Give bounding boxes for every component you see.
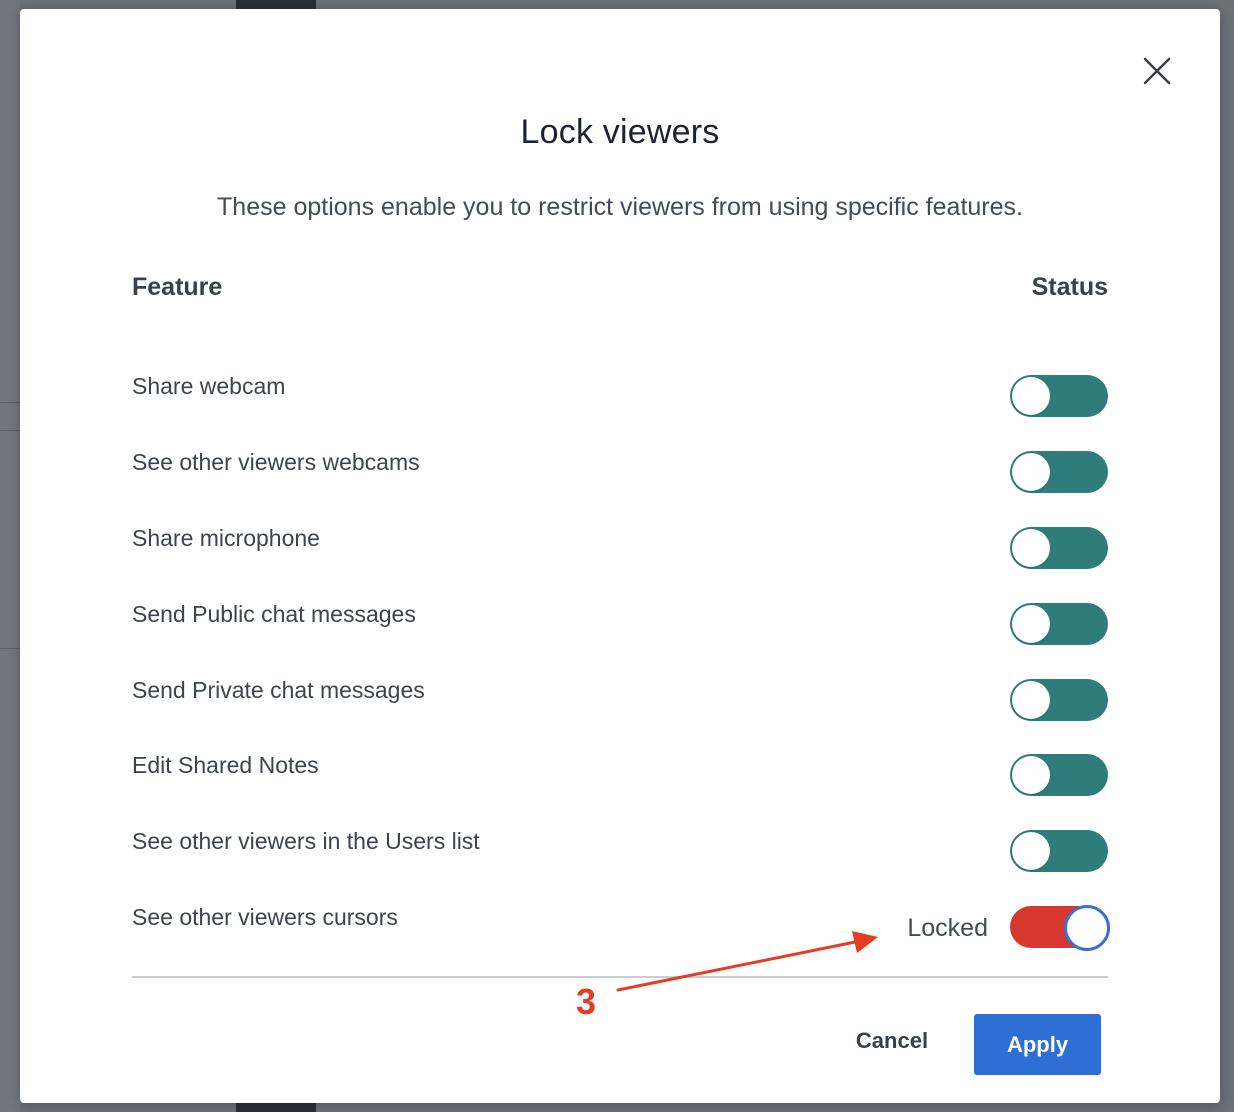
feature-label: See other viewers in the Users list (132, 828, 480, 854)
feature-row-shared-notes: Edit Shared Notes (132, 750, 1108, 796)
feature-row-share-webcam: Share webcam (132, 371, 1108, 417)
see-webcams-toggle[interactable] (1010, 451, 1108, 493)
share-microphone-toggle[interactable] (1010, 527, 1108, 569)
toggle-knob (1012, 605, 1050, 643)
annotation-number: 3 (576, 981, 597, 1022)
feature-row-share-microphone: Share microphone (132, 523, 1108, 569)
feature-row-viewer-cursors: See other viewers cursors Locked (132, 902, 1110, 951)
feature-row-users-list: See other viewers in the Users list (132, 826, 1108, 872)
feature-label: See other viewers cursors (132, 904, 398, 930)
background-left-strip (0, 0, 20, 1112)
cancel-button[interactable]: Cancel (846, 1017, 938, 1065)
toggle-knob (1012, 681, 1050, 719)
shared-notes-toggle[interactable] (1010, 754, 1108, 796)
private-chat-toggle[interactable] (1010, 679, 1108, 721)
toggle-knob (1012, 756, 1050, 794)
footer-separator (132, 976, 1108, 978)
background-dark-block-bottom (236, 1103, 316, 1112)
background-divider (0, 402, 20, 403)
share-webcam-toggle[interactable] (1010, 375, 1108, 417)
feature-label: Share microphone (132, 525, 320, 551)
users-list-toggle[interactable] (1010, 830, 1108, 872)
apply-button[interactable]: Apply (974, 1014, 1101, 1075)
background-dark-block-top (236, 0, 316, 9)
close-icon (1143, 57, 1171, 85)
viewer-cursors-toggle[interactable] (1010, 905, 1110, 951)
close-button[interactable] (1137, 51, 1177, 91)
background-divider (0, 648, 20, 649)
feature-row-public-chat: Send Public chat messages (132, 599, 1108, 645)
feature-label: Share webcam (132, 373, 286, 399)
feature-label: See other viewers webcams (132, 449, 420, 475)
feature-row-see-webcams: See other viewers webcams (132, 447, 1108, 493)
modal-description: These options enable you to restrict vie… (217, 193, 1023, 221)
locked-status-text: Locked (907, 914, 988, 942)
toggle-knob (1012, 453, 1050, 491)
public-chat-toggle[interactable] (1010, 603, 1108, 645)
toggle-knob (1012, 832, 1050, 870)
toggle-knob (1012, 377, 1050, 415)
feature-label: Edit Shared Notes (132, 752, 319, 778)
feature-column-header: Feature (132, 273, 223, 301)
toggle-knob (1012, 529, 1050, 567)
feature-row-private-chat: Send Private chat messages (132, 675, 1108, 721)
toggle-knob (1064, 905, 1110, 951)
feature-label: Send Public chat messages (132, 601, 416, 627)
status-column-header: Status (1031, 273, 1108, 301)
feature-label: Send Private chat messages (132, 677, 425, 703)
lock-viewers-modal: Lock viewers These options enable you to… (20, 9, 1220, 1103)
modal-title: Lock viewers (520, 113, 720, 151)
background-divider (0, 430, 20, 431)
